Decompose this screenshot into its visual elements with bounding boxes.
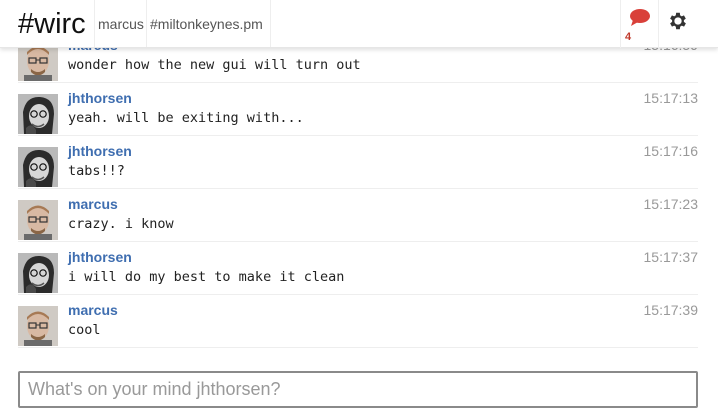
message-time: 15:17:13 (643, 90, 699, 106)
message-nick[interactable]: jhthorsen (68, 249, 132, 265)
message-item: jhthorsen 15:17:13 yeah. will be exiting… (18, 83, 698, 136)
app-brand[interactable]: #wirc (0, 0, 95, 47)
avatar[interactable] (18, 200, 58, 240)
message-item: jhthorsen 15:17:37 i will do my best to … (18, 242, 698, 295)
avatar[interactable] (18, 147, 58, 187)
message-item: marcus 15:17:23 crazy. i know (18, 189, 698, 242)
message-nick[interactable]: marcus (68, 196, 118, 212)
notifications-button[interactable]: 4 (620, 0, 658, 48)
speech-bubble-icon (629, 9, 651, 33)
tab-marcus[interactable]: marcus (95, 0, 147, 47)
message-nick[interactable]: marcus (68, 302, 118, 318)
top-bar: #wirc marcus #miltonkeynes.pm 4 (0, 0, 718, 48)
tab-miltonkeynes[interactable]: #miltonkeynes.pm (147, 0, 271, 47)
message-input[interactable] (18, 371, 698, 408)
message-text: i will do my best to make it clean (68, 269, 345, 285)
message-nick[interactable]: jhthorsen (68, 90, 132, 106)
avatar[interactable] (18, 306, 58, 346)
header-actions: 4 (620, 0, 718, 48)
gear-icon (667, 10, 689, 37)
message-time: 15:17:16 (643, 143, 699, 159)
message-text: yeah. will be exiting with... (68, 110, 304, 126)
message-item: marcus 15:17:39 cool (18, 295, 698, 348)
composer (18, 371, 698, 408)
message-time: 15:17:23 (643, 196, 699, 212)
notification-count: 4 (625, 30, 632, 43)
message-time: 15:17:37 (643, 249, 699, 265)
message-text: wonder how the new gui will turn out (68, 57, 361, 73)
header-spacer (271, 0, 620, 47)
message-text: tabs!!? (68, 163, 125, 179)
message-item: jhthorsen 15:17:16 tabs!!? (18, 136, 698, 189)
message-time: 15:17:39 (643, 302, 699, 318)
settings-button[interactable] (658, 0, 696, 48)
message-nick[interactable]: jhthorsen (68, 143, 132, 159)
avatar[interactable] (18, 253, 58, 293)
message-list: marcus 15:16:59 wonder how the new gui w… (18, 30, 698, 348)
avatar[interactable] (18, 94, 58, 134)
message-text: cool (68, 322, 101, 338)
message-text: crazy. i know (68, 216, 174, 232)
